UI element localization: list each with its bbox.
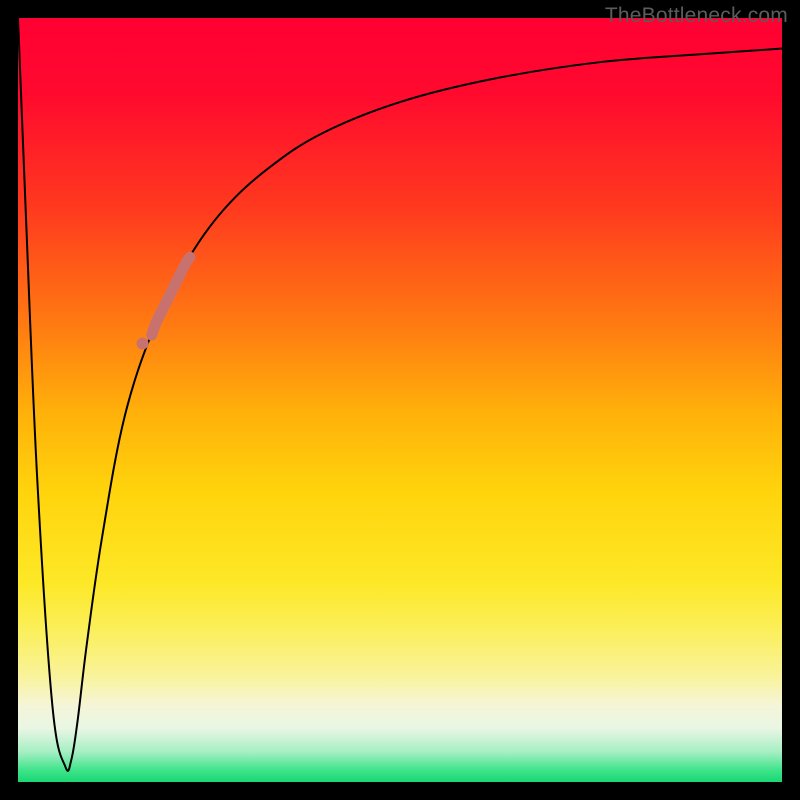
curve-highlight-dot [137, 337, 149, 349]
curve-svg [18, 18, 782, 782]
plot-area [18, 18, 782, 782]
watermark-text: TheBottleneck.com [605, 4, 788, 28]
curve-highlight-segment [152, 257, 190, 335]
bottleneck-curve [18, 18, 782, 771]
chart-stage: TheBottleneck.com [0, 0, 800, 800]
